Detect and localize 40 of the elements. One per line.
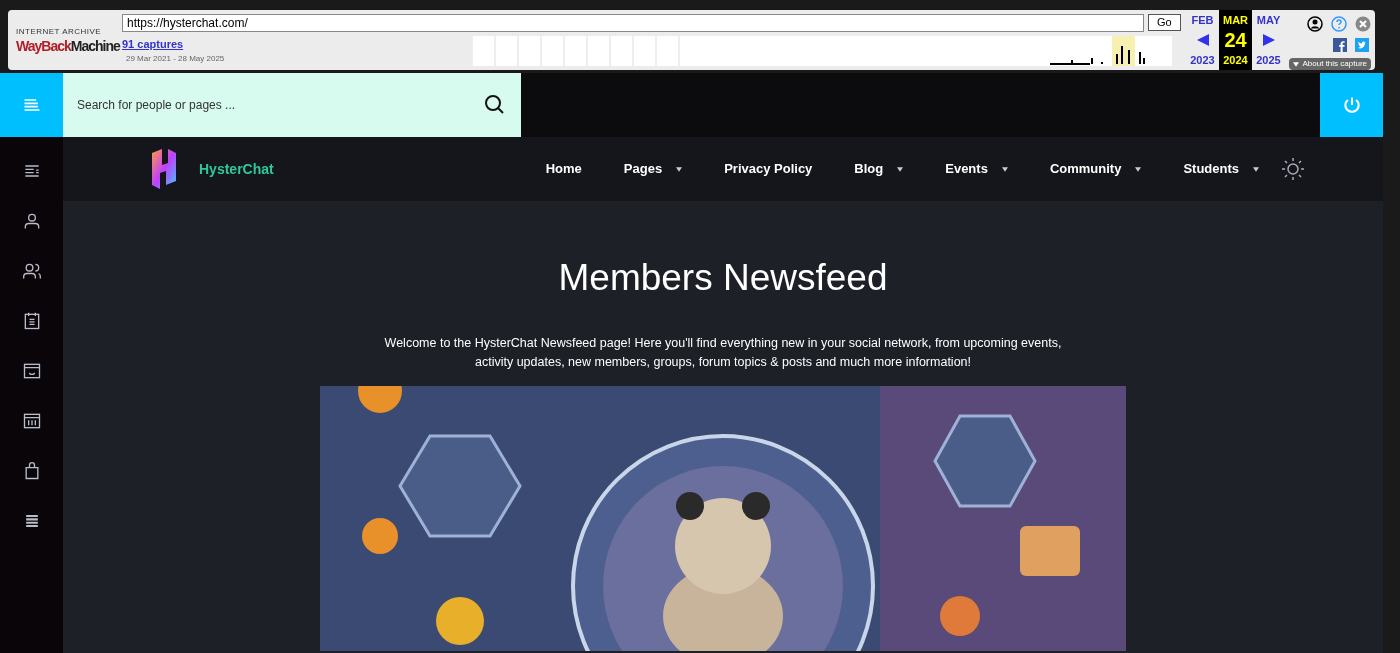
page-heading: Members Newsfeed bbox=[558, 259, 888, 296]
smile-window-icon[interactable] bbox=[21, 361, 42, 381]
previous-icon[interactable] bbox=[1196, 34, 1209, 46]
logo-text: Machine bbox=[70, 39, 120, 53]
power-icon bbox=[1341, 95, 1362, 115]
captures-link[interactable]: 91 captures bbox=[122, 36, 472, 53]
sun-icon[interactable] bbox=[1281, 157, 1305, 181]
brand-name[interactable]: HysterChat bbox=[199, 158, 274, 180]
close-icon[interactable] bbox=[1355, 16, 1371, 32]
capture-month[interactable]: MAY 2025 bbox=[1252, 10, 1285, 70]
nav-link[interactable]: Events bbox=[945, 159, 1008, 179]
nav-link[interactable]: Home bbox=[545, 159, 582, 179]
account-icon[interactable] bbox=[1307, 16, 1323, 32]
nav-link[interactable]: Pages bbox=[623, 159, 683, 179]
go-button[interactable]: Go bbox=[1148, 14, 1181, 31]
about-capture-button[interactable]: About this capture bbox=[1288, 58, 1371, 70]
capture-range: 29 Mar 2021 - 28 May 2025 bbox=[125, 52, 226, 65]
nav-link[interactable]: Blog bbox=[854, 159, 904, 179]
nav-link[interactable]: Community bbox=[1049, 159, 1142, 179]
url-field[interactable]: https://hysterchat.com/ bbox=[122, 14, 1144, 32]
caret-icon bbox=[676, 166, 683, 172]
search-field[interactable]: Search for people or pages ... bbox=[63, 73, 521, 137]
caret-icon bbox=[1001, 166, 1008, 172]
search-input[interactable]: Search for people or pages ... bbox=[77, 96, 483, 114]
people-icon[interactable] bbox=[21, 261, 42, 281]
capture-month[interactable]: MAR 24 2024 bbox=[1219, 10, 1252, 70]
facebook-icon[interactable] bbox=[1333, 38, 1347, 52]
caret-icon bbox=[1292, 61, 1299, 67]
nav-link[interactable]: Students bbox=[1183, 159, 1259, 179]
caret-icon bbox=[1135, 166, 1142, 172]
nav-link[interactable]: Privacy Policy bbox=[724, 159, 813, 179]
archive-label: INTERNET ARCHIVE bbox=[16, 27, 102, 37]
capture-month[interactable]: FEB 2023 bbox=[1186, 10, 1219, 70]
caret-icon bbox=[897, 166, 904, 172]
twitter-icon[interactable] bbox=[1355, 38, 1369, 52]
intro-paragraph: Welcome to the HysterChat Newsfeed page! Here you'll find everything new in your social network, from upcoming events, activity updates, new members, groups, forum topics & posts and much more information! bbox=[383, 335, 1063, 371]
caret-icon bbox=[1253, 166, 1259, 172]
logo-text: WayBack bbox=[16, 39, 71, 53]
table-window-icon[interactable] bbox=[21, 411, 42, 431]
next-icon[interactable] bbox=[1262, 34, 1275, 46]
